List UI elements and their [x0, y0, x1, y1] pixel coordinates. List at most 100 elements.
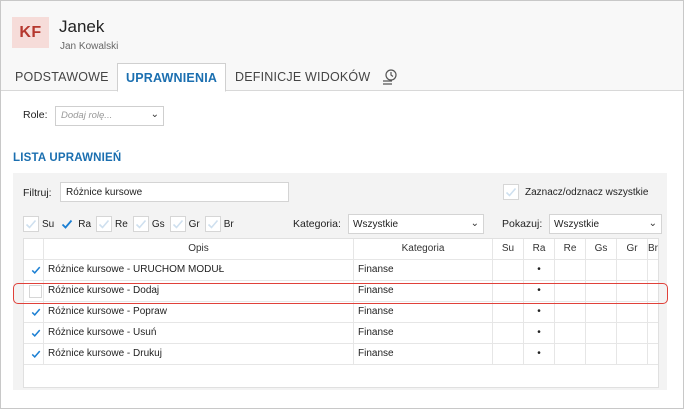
- perm-filter-re[interactable]: Re: [96, 216, 128, 232]
- permission-type-filters: Su Ra Re Gs Gr Br: [23, 214, 239, 234]
- column-header-br[interactable]: Br: [647, 239, 658, 259]
- kategoria-select[interactable]: Wszystkie ⌄: [348, 214, 484, 234]
- cell-ra: •: [523, 281, 554, 301]
- perm-filter-checkbox[interactable]: [132, 216, 149, 232]
- pokazuj-select[interactable]: Wszystkie ⌄: [549, 214, 662, 234]
- cell-re: [554, 260, 585, 280]
- tab-uprawnienia[interactable]: UPRAWNIENIA: [117, 63, 227, 92]
- cell-br: [647, 281, 658, 301]
- header-select-cell: [24, 239, 43, 259]
- section-title: LISTA UPRAWNIEŃ: [13, 152, 122, 164]
- row-select-cell: [24, 281, 43, 301]
- table-row[interactable]: Różnice kursowe - Popraw Finanse •: [24, 302, 658, 323]
- page-subtitle: Jan Kowalski: [60, 41, 119, 52]
- cell-br: [647, 323, 658, 343]
- row-select-cell: [24, 302, 43, 322]
- perm-filter-label: Gs: [151, 218, 165, 230]
- cell-gr: [616, 260, 647, 280]
- cell-gs: [585, 260, 616, 280]
- table-row[interactable]: Różnice kursowe - Usuń Finanse •: [24, 323, 658, 344]
- cell-gr: [616, 344, 647, 364]
- grid-header: Opis Kategoria Su Ra Re Gs Gr Br: [24, 239, 658, 260]
- cell-opis: Różnice kursowe - Drukuj: [43, 344, 353, 364]
- column-header-kategoria[interactable]: Kategoria: [353, 239, 492, 259]
- perm-filter-gs[interactable]: Gs: [132, 216, 165, 232]
- cell-re: [554, 281, 585, 301]
- cell-su: [492, 344, 523, 364]
- row-checkbox[interactable]: [29, 284, 42, 298]
- perm-filter-ra[interactable]: Ra: [59, 216, 91, 232]
- table-row[interactable]: Różnice kursowe - Drukuj Finanse •: [24, 344, 658, 365]
- row-checkbox[interactable]: [29, 348, 42, 361]
- cell-kategoria: Finanse: [353, 302, 492, 322]
- cell-opis: Różnice kursowe - Popraw: [43, 302, 353, 322]
- roles-label: Role:: [23, 109, 48, 121]
- cell-opis: Różnice kursowe - Usuń: [43, 323, 353, 343]
- cell-opis: Różnice kursowe - URUCHOM MODUŁ: [43, 260, 353, 280]
- cell-re: [554, 344, 585, 364]
- perm-filter-label: Su: [42, 218, 55, 230]
- column-header-su[interactable]: Su: [492, 239, 523, 259]
- perm-filter-checkbox[interactable]: [59, 216, 75, 232]
- perm-filter-label: Re: [115, 218, 128, 230]
- permissions-grid: Opis Kategoria Su Ra Re Gs Gr Br Różnice…: [23, 238, 659, 388]
- perm-filter-checkbox[interactable]: [204, 216, 221, 232]
- history-icon[interactable]: [380, 67, 400, 87]
- cell-su: [492, 323, 523, 343]
- column-header-ra[interactable]: Ra: [523, 239, 554, 259]
- row-select-cell: [24, 323, 43, 343]
- cell-kategoria: Finanse: [353, 323, 492, 343]
- perm-filter-br[interactable]: Br: [204, 216, 234, 232]
- cell-kategoria: Finanse: [353, 260, 492, 280]
- cell-re: [554, 302, 585, 322]
- cell-br: [647, 344, 658, 364]
- cell-su: [492, 281, 523, 301]
- select-all-checkbox[interactable]: [503, 184, 519, 200]
- cell-gs: [585, 323, 616, 343]
- perm-filter-label: Gr: [188, 218, 200, 230]
- cell-gr: [616, 323, 647, 343]
- row-checkbox[interactable]: [29, 327, 42, 340]
- cell-br: [647, 260, 658, 280]
- row-checkbox[interactable]: [29, 306, 42, 319]
- perm-filter-su[interactable]: Su: [23, 216, 54, 232]
- tab-podstawowe[interactable]: PODSTAWOWE: [7, 63, 117, 91]
- roles-placeholder: Dodaj rolę...: [61, 110, 113, 121]
- tab-definicje-widokow[interactable]: DEFINICJE WIDOKÓW: [227, 63, 378, 91]
- perm-filter-checkbox[interactable]: [23, 216, 39, 232]
- cell-ra: •: [523, 302, 554, 322]
- cell-gr: [616, 302, 647, 322]
- chevron-down-icon: ⌄: [470, 218, 479, 229]
- row-select-cell: [24, 260, 43, 280]
- cell-kategoria: Finanse: [353, 281, 492, 301]
- cell-ra: •: [523, 344, 554, 364]
- cell-ra: •: [523, 260, 554, 280]
- avatar: KF: [12, 17, 49, 48]
- filter-input[interactable]: Różnice kursowe: [60, 182, 289, 202]
- kategoria-value: Wszystkie: [353, 219, 398, 230]
- perm-filter-label: Br: [223, 218, 234, 230]
- permissions-list-panel: Filtruj: Różnice kursowe Zaznacz/odznacz…: [13, 173, 667, 390]
- row-select-cell: [24, 344, 43, 364]
- table-row[interactable]: Różnice kursowe - URUCHOM MODUŁ Finanse •: [24, 260, 658, 281]
- table-row[interactable]: Różnice kursowe - Dodaj Finanse •: [24, 281, 658, 302]
- tab-bar: PODSTAWOWE UPRAWNIENIA DEFINICJE WIDOKÓW: [1, 63, 683, 92]
- cell-gr: [616, 281, 647, 301]
- roles-select[interactable]: Dodaj rolę... ⌄: [55, 106, 164, 126]
- column-header-opis[interactable]: Opis: [43, 239, 353, 259]
- column-header-gs[interactable]: Gs: [585, 239, 616, 259]
- perm-filter-gr[interactable]: Gr: [169, 216, 200, 232]
- chevron-down-icon: ⌄: [648, 218, 657, 229]
- select-all-toggle[interactable]: Zaznacz/odznacz wszystkie: [503, 182, 648, 202]
- column-header-re[interactable]: Re: [554, 239, 585, 259]
- cell-gs: [585, 281, 616, 301]
- cell-opis: Różnice kursowe - Dodaj: [43, 281, 353, 301]
- column-header-gr[interactable]: Gr: [616, 239, 647, 259]
- permissions-panel: Role: Dodaj rolę... ⌄ LISTA UPRAWNIEŃ Fi…: [2, 92, 683, 408]
- row-checkbox[interactable]: [29, 264, 42, 277]
- perm-filter-checkbox[interactable]: [169, 216, 186, 232]
- perm-filter-checkbox[interactable]: [96, 216, 113, 232]
- cell-ra: •: [523, 323, 554, 343]
- cell-gs: [585, 344, 616, 364]
- page-title: Janek: [59, 17, 105, 36]
